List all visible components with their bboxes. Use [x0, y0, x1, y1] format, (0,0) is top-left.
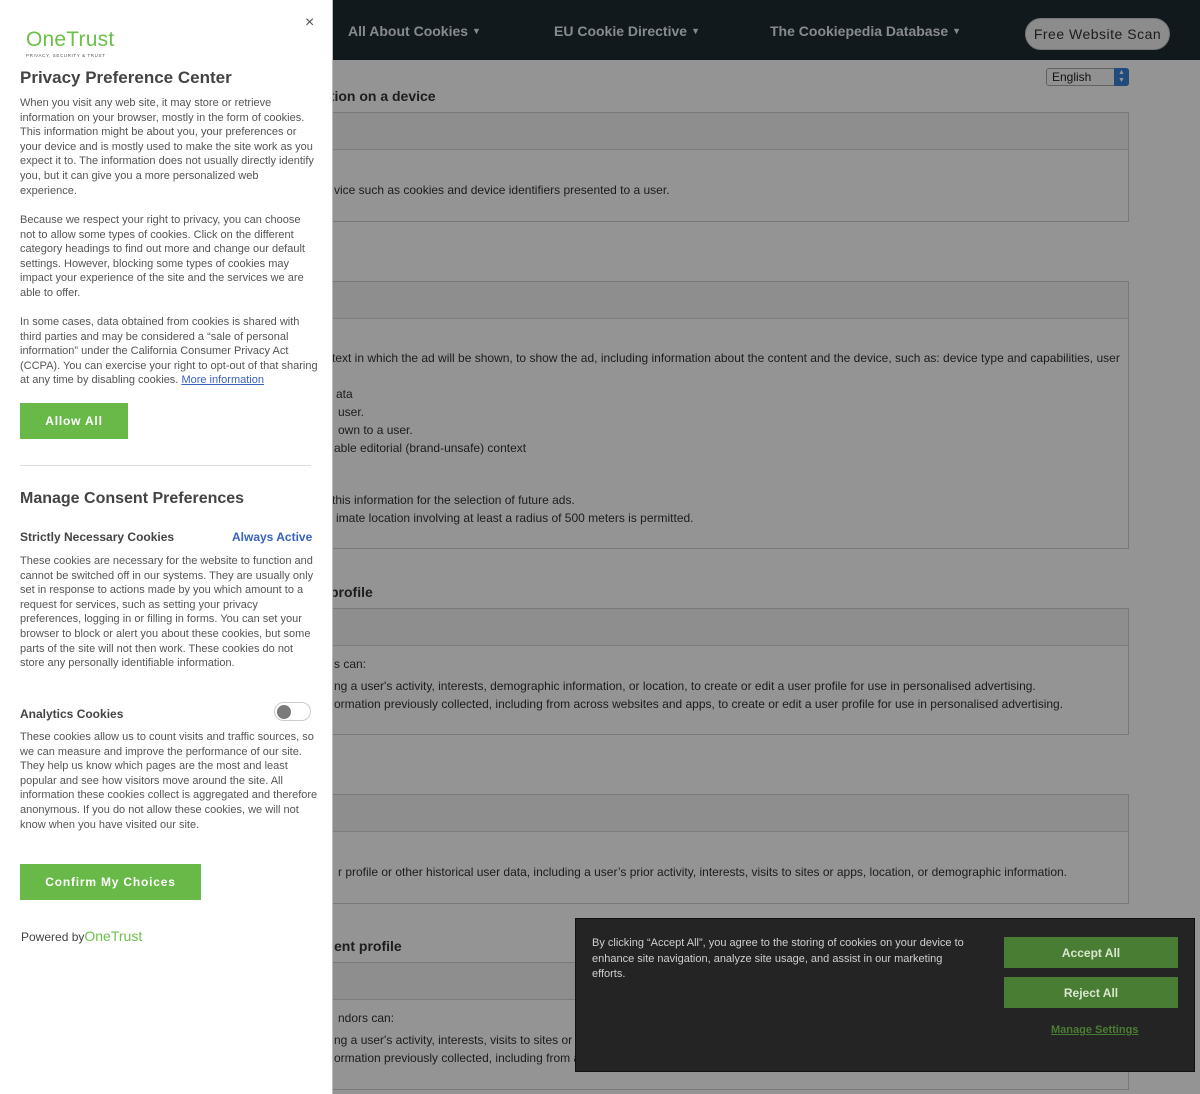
accept-all-button[interactable]: Accept All: [1004, 937, 1178, 968]
divider: [20, 465, 311, 466]
powered-by-label: Powered by: [21, 930, 85, 944]
ccpa-text: In some cases, data obtained from cookie…: [20, 316, 318, 387]
logo-tagline: PRIVACY, SECURITY & TRUST: [26, 53, 106, 58]
strictly-necessary-description: These cookies are necessary for the webs…: [20, 555, 314, 670]
more-information-link[interactable]: More information: [181, 374, 264, 386]
onetrust-logo: OneTrust PRIVACY, SECURITY & TRUST: [26, 28, 114, 58]
intro-paragraph: When you visit any web site, it may stor…: [20, 97, 314, 197]
close-icon[interactable]: ×: [305, 14, 314, 32]
reject-all-button[interactable]: Reject All: [1004, 977, 1178, 1008]
banner-text: By clicking “Accept All”, you agree to t…: [592, 937, 964, 980]
powered-by-brand[interactable]: OneTrust: [84, 928, 142, 944]
analytics-cookies-title[interactable]: Analytics Cookies: [20, 707, 123, 721]
ccpa-paragraph: In some cases, data obtained from cookie…: [20, 315, 318, 388]
privacy-paragraph: Because we respect your right to privacy…: [20, 214, 305, 299]
cookie-banner: By clicking “Accept All”, you agree to t…: [575, 918, 1195, 1072]
powered-by: Powered byOneTrust: [21, 928, 142, 944]
toggle-knob: [277, 705, 291, 719]
analytics-description: These cookies allow us to count visits a…: [20, 731, 318, 831]
page-title: Privacy Preference Center: [20, 68, 232, 87]
analytics-toggle[interactable]: [274, 702, 311, 721]
always-active-status: Always Active: [232, 530, 313, 544]
strictly-necessary-title[interactable]: Strictly Necessary Cookies: [20, 530, 174, 544]
confirm-my-choices-button[interactable]: Confirm My Choices: [20, 864, 201, 900]
manage-consent-heading: Manage Consent Preferences: [20, 490, 245, 507]
privacy-preference-center: × OneTrust PRIVACY, SECURITY & TRUST Pri…: [0, 0, 333, 1094]
logo-wordmark: OneTrust: [26, 28, 115, 51]
manage-settings-link[interactable]: Manage Settings: [1051, 1024, 1138, 1036]
allow-all-button[interactable]: Allow All: [20, 403, 128, 439]
